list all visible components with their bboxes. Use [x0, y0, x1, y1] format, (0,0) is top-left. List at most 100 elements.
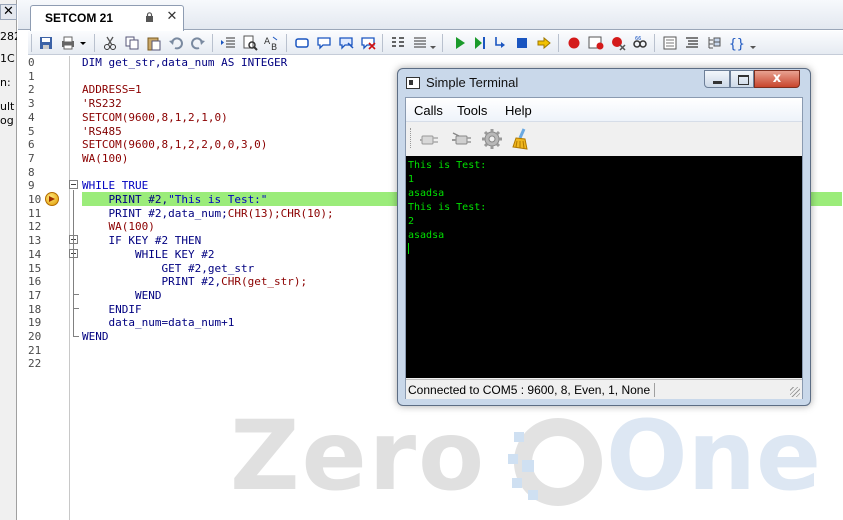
code-token: 'RS232 [82, 97, 122, 111]
terminal-output[interactable]: This is Test: 1 asadsa This is Test: 2 a… [406, 156, 802, 378]
code-line[interactable]: WEND [82, 330, 109, 343]
code-line[interactable]: data_num=data_num+1 [82, 316, 234, 329]
code-line[interactable]: ENDIF [82, 302, 142, 316]
code-line[interactable]: PRINT #2,"This is Test:" [82, 193, 267, 206]
menu-calls[interactable]: Calls [414, 103, 443, 118]
variables-icon[interactable] [684, 35, 700, 51]
menu-help[interactable]: Help [505, 103, 532, 118]
print-dropdown-icon[interactable] [78, 35, 88, 51]
cut-icon[interactable] [102, 35, 118, 51]
line-number: 14 [28, 247, 42, 261]
comment-icon[interactable] [316, 35, 332, 51]
watermark-logo-icon [508, 418, 602, 506]
svg-text:66: 66 [635, 36, 641, 42]
code-line[interactable]: 'RS485 [82, 125, 122, 138]
maximize-button[interactable] [730, 70, 754, 88]
step-run-icon[interactable] [472, 35, 488, 51]
code-token: "This is Test:" [168, 193, 268, 206]
paste-icon[interactable] [146, 35, 162, 51]
watch-icon[interactable]: 66 [632, 35, 648, 51]
rect-select-icon[interactable] [294, 35, 310, 51]
code-token: WA(100) [82, 151, 129, 165]
fold-end-marker [73, 294, 79, 295]
line-number: 7 [28, 151, 35, 165]
tree-view-icon[interactable] [706, 35, 722, 51]
code-line[interactable]: IF KEY #2 THEN [82, 234, 201, 247]
code-line[interactable]: PRINT #2,data_num;CHR(13);CHR(10); [82, 206, 334, 220]
run-icon[interactable] [452, 35, 468, 51]
watch-list-icon[interactable] [662, 35, 678, 51]
clear-breakpoints-icon[interactable] [610, 35, 626, 51]
list-icon[interactable] [412, 35, 428, 51]
left-side-panel: ✕ 282 1C n: ult og [0, 0, 17, 520]
terminal-toolbar [406, 123, 802, 155]
ide-window: ✕ 282 1C n: ult og SETCOM 21 ✕ AB [0, 0, 843, 520]
line-number: 10 [28, 193, 42, 206]
code-token: WEND [82, 330, 109, 343]
code-line[interactable]: WA(100) [82, 220, 154, 233]
code-token: CHR(13);CHR(10); [227, 206, 334, 220]
code-line[interactable]: ADDRESS=1 [82, 83, 142, 96]
code-line[interactable]: GET #2,get_str [82, 262, 254, 275]
toolbar-overflow-icon[interactable] [428, 35, 438, 51]
output-line: This is Test: [408, 202, 487, 213]
line-number: 19 [28, 316, 42, 330]
find-file-icon[interactable] [242, 35, 258, 51]
tab-close-button[interactable]: ✕ [165, 10, 179, 24]
toolbar-overflow-icon[interactable] [748, 35, 758, 51]
line-number: 3 [28, 97, 35, 111]
code-line[interactable]: WHILE KEY #2 [82, 248, 214, 261]
code-line[interactable]: DIM get_str,data_num AS INTEGER [82, 56, 287, 69]
redo-icon[interactable] [190, 35, 206, 51]
print-icon[interactable] [60, 35, 76, 51]
undo-icon[interactable] [168, 35, 184, 51]
code-line[interactable]: WEND [82, 289, 162, 302]
code-line[interactable]: 'RS232 [82, 97, 122, 110]
step-into-icon[interactable] [492, 35, 508, 51]
code-line[interactable]: SETCOM(9600,8,1,2,2,0,0,3,0) [82, 138, 267, 151]
run-to-cursor-icon[interactable] [536, 35, 552, 51]
svg-text:A: A [264, 37, 271, 47]
panel-fragment-text: n: [0, 76, 11, 89]
output-line: 1 [408, 174, 415, 185]
code-token: WHILE TRUE [82, 179, 149, 193]
panel-fragment-text: 282 [0, 30, 17, 43]
watermark-word-2: One [606, 400, 822, 512]
replace-icon[interactable]: AB [264, 35, 280, 53]
menu-tools[interactable]: Tools [457, 103, 487, 118]
code-line[interactable]: PRINT #2,CHR(get_str); [82, 275, 307, 288]
resize-grip[interactable] [790, 387, 800, 397]
line-number: 13 [28, 234, 42, 248]
panel-close-button[interactable]: ✕ [0, 4, 17, 20]
close-button[interactable]: x [754, 70, 800, 88]
line-number-gutter: 0 1 2 3 4 5 6 7 8 9 10 11 12 13 14 15 16 17 18 19 20 21 22 [18, 56, 70, 520]
disconnect-icon[interactable] [450, 127, 474, 151]
minimize-button[interactable] [704, 70, 730, 88]
code-line[interactable]: WA(100) [82, 152, 128, 165]
fold-toggle-while-icon[interactable] [69, 180, 78, 189]
code-token: PRINT #2, [82, 275, 222, 289]
code-line[interactable]: SETCOM(9600,8,1,2,1,0) [82, 111, 228, 124]
delete-comment-icon[interactable] [360, 35, 376, 51]
code-token: ADDRESS=1 [82, 83, 142, 97]
save-icon[interactable] [38, 35, 54, 51]
copy-icon[interactable] [124, 35, 140, 51]
line-number: 22 [28, 357, 42, 371]
indent-icon[interactable] [220, 35, 236, 51]
connect-icon[interactable] [418, 127, 442, 151]
stop-icon[interactable] [514, 35, 530, 51]
text-cursor [408, 243, 409, 254]
align-icon[interactable] [390, 35, 406, 51]
tab-setcom21[interactable]: SETCOM 21 ✕ [30, 5, 184, 31]
uncomment-icon[interactable] [338, 35, 354, 51]
menu-bar: Calls Tools Help [406, 98, 802, 122]
code-token: ENDIF [82, 302, 142, 316]
breakpoint-window-icon[interactable] [588, 35, 604, 51]
settings-gear-icon[interactable] [480, 127, 504, 151]
breakpoint-icon[interactable] [566, 35, 582, 51]
braces-icon[interactable]: {} [728, 35, 745, 52]
line-number: 2 [28, 83, 35, 97]
code-line[interactable]: WHILE TRUE [82, 179, 148, 192]
clear-broom-icon[interactable] [510, 127, 534, 151]
line-number: 21 [28, 343, 42, 357]
